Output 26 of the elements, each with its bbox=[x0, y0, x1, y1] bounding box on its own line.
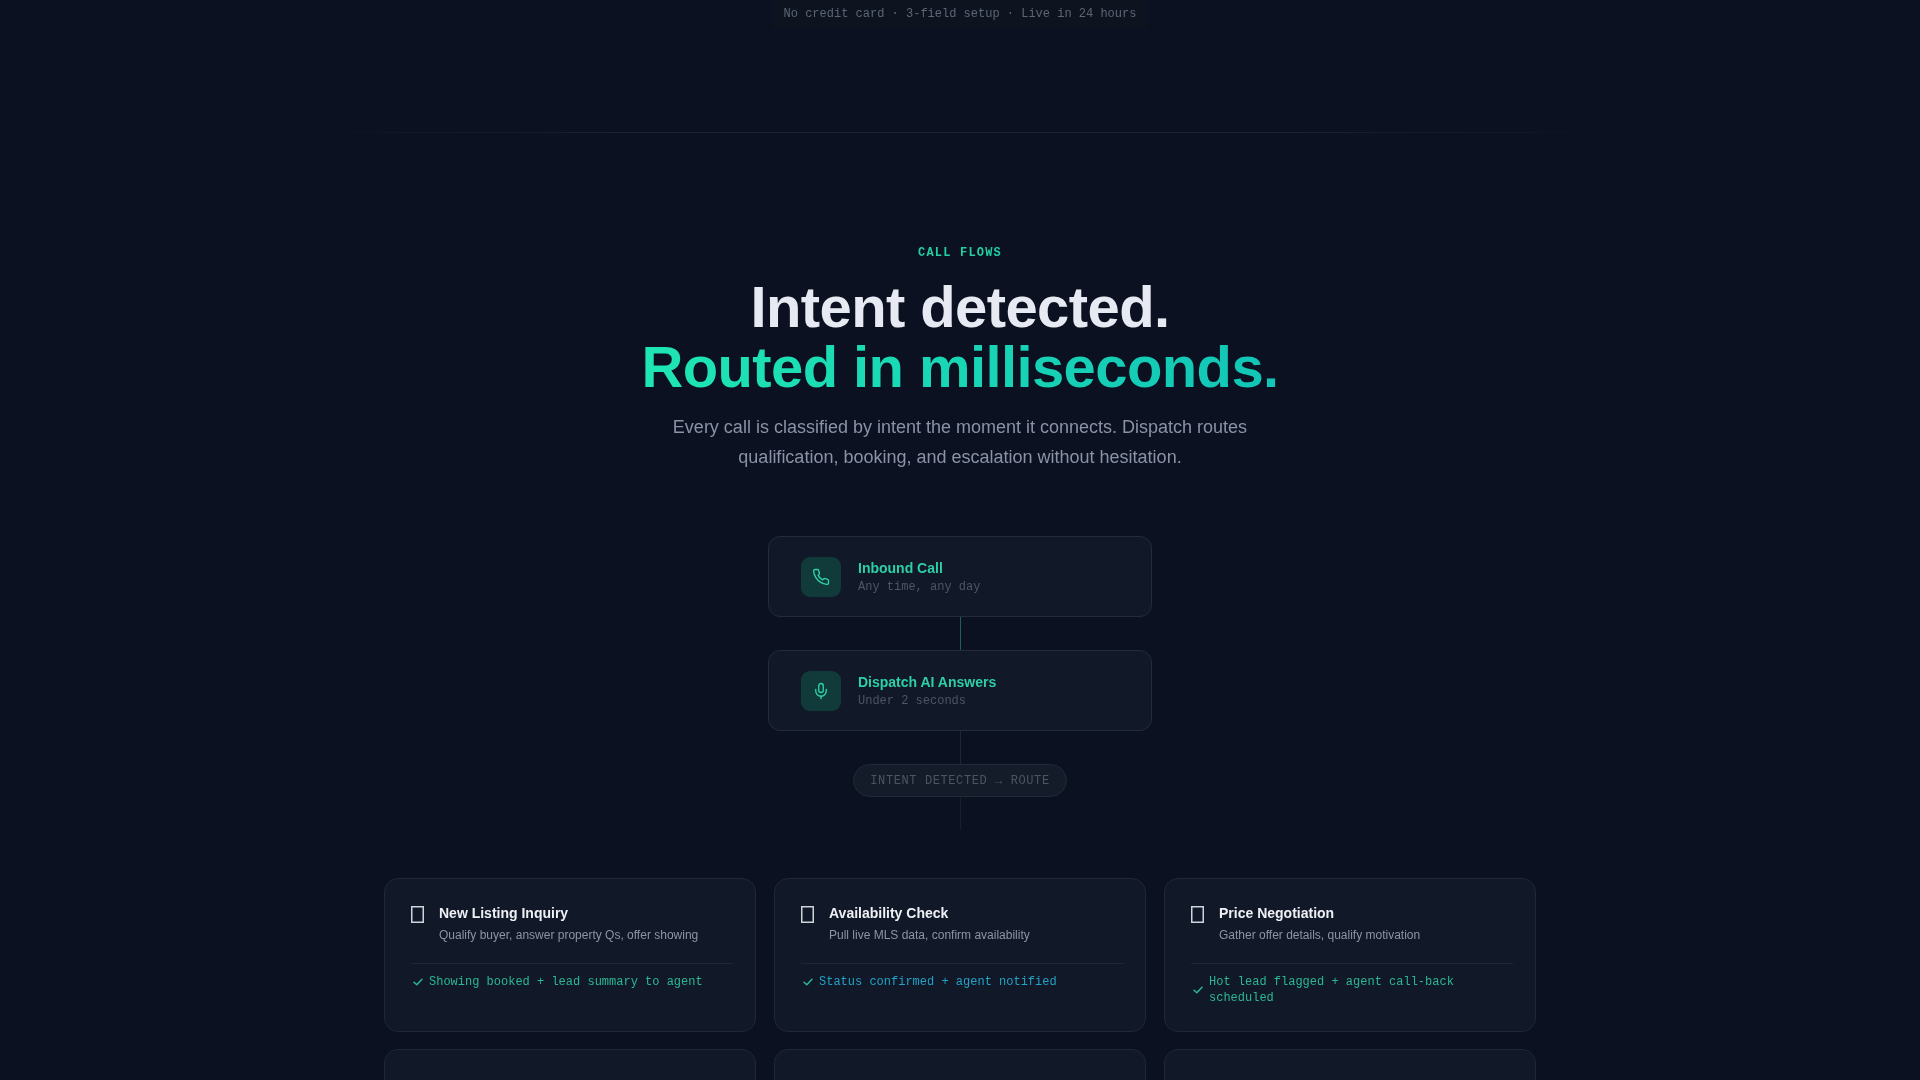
section-eyebrow: CALL FLOWS bbox=[918, 245, 1002, 261]
phone-icon bbox=[801, 556, 841, 597]
rectangle-outline-icon bbox=[1191, 906, 1204, 923]
outcome-text: Showing booked + lead summary to agent bbox=[429, 974, 703, 990]
microphone-icon bbox=[801, 670, 841, 711]
card-description: Pull live MLS data, confirm availability bbox=[829, 927, 1030, 943]
step-title: Inbound Call bbox=[858, 558, 943, 577]
rectangle-outline-icon bbox=[801, 906, 814, 923]
outcome-text: Hot lead flagged + agent call-back scheduled bbox=[1209, 974, 1455, 1006]
card-title: Price Negotiation bbox=[1219, 904, 1335, 922]
check-icon bbox=[413, 978, 423, 986]
step-detail: Any time, any day bbox=[858, 578, 981, 595]
check-icon bbox=[803, 978, 813, 986]
step-detail: Under 2 seconds bbox=[858, 692, 967, 709]
outcome-text: Status confirmed + agent notified bbox=[819, 974, 1057, 990]
card-title: New Listing Inquiry bbox=[439, 904, 569, 922]
step-title: Dispatch AI Answers bbox=[858, 672, 997, 691]
route-label: INTENT DETECTED → ROUTE bbox=[853, 764, 1067, 797]
card-description: Gather offer details, qualify motivation bbox=[1219, 927, 1421, 943]
card-description: Qualify buyer, answer property Qs, offer showing bbox=[439, 927, 699, 943]
check-icon bbox=[1193, 986, 1203, 994]
flow-connector bbox=[959, 617, 961, 650]
section-heading: Intent detected. bbox=[750, 277, 1170, 337]
card-title: Availability Check bbox=[829, 904, 949, 922]
section-subtitle: Every call is classified by intent the moment it connects. Dispatch routes qualification, booking, and escalation without hesitation. bbox=[671, 416, 1249, 469]
rectangle-outline-icon bbox=[411, 906, 424, 923]
